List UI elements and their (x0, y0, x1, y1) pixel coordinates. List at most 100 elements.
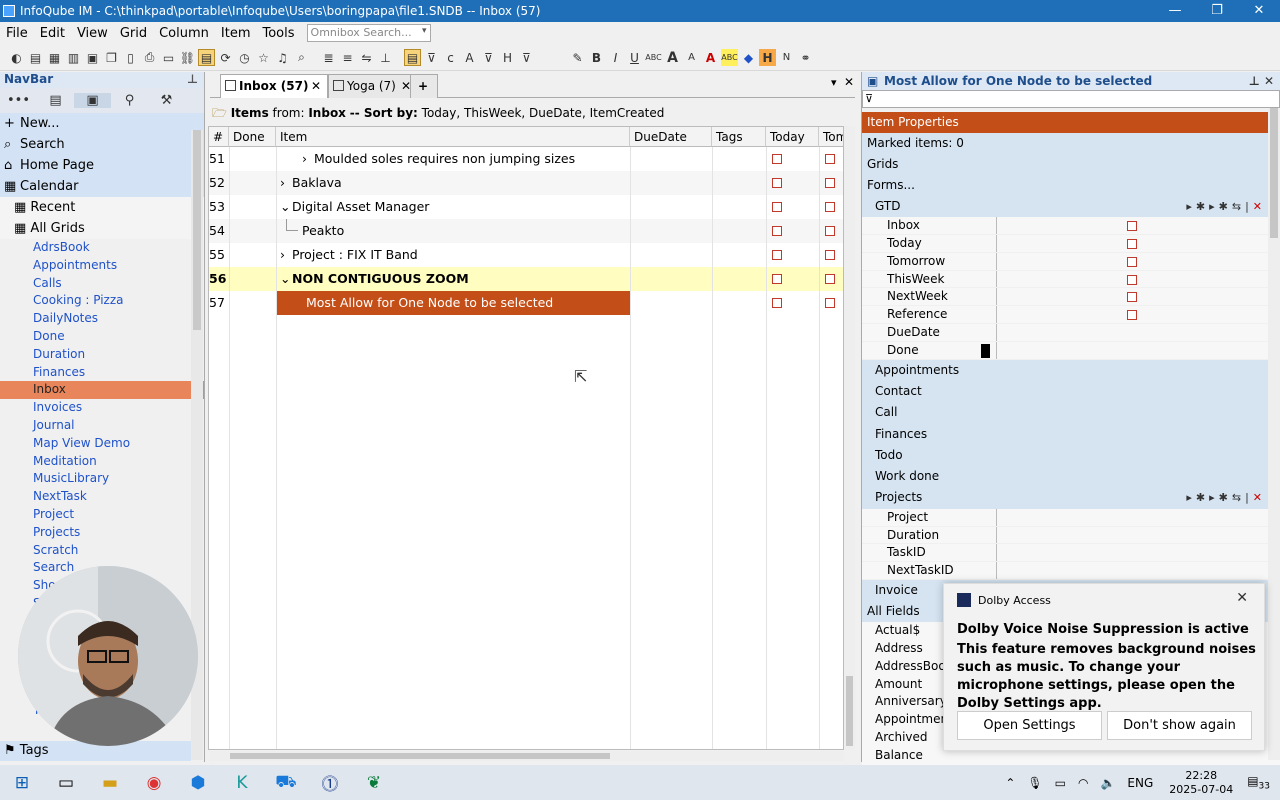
expand-toggle-icon[interactable]: › (302, 147, 314, 171)
menu-file[interactable]: File (6, 26, 28, 41)
app-circle-icon[interactable]: ⓵ (308, 765, 352, 800)
nav-grid-item[interactable]: Duration (0, 346, 204, 364)
contrast-icon[interactable]: ◐ (8, 49, 25, 66)
tray-expand-icon[interactable]: ⌃ (1005, 776, 1015, 790)
grids-icon[interactable]: ▣ (74, 93, 111, 108)
strikethrough-icon[interactable]: ABC (645, 49, 662, 66)
today-checkbox[interactable] (772, 154, 782, 164)
table-row[interactable]: 51 › Moulded soles requires non jumping si… (209, 147, 843, 171)
minimize-button[interactable]: — (1154, 0, 1196, 22)
nav-grid-item[interactable]: Invoices (0, 399, 204, 417)
battery-icon[interactable]: ▭ (1055, 776, 1066, 790)
item-text[interactable]: Project : FIX IT Band (292, 243, 630, 267)
nav-grid-item[interactable]: Calls (0, 275, 204, 293)
table-row[interactable]: 53 ⌄ Digital Asset Manager (209, 195, 843, 219)
gtd-field[interactable]: DueDate (862, 324, 1280, 342)
nav-calendar[interactable]: ▦ Calendar (0, 176, 204, 197)
project-field[interactable]: NextTaskID (862, 562, 1280, 580)
refresh-icon[interactable]: ⟳ (217, 49, 234, 66)
move-icon[interactable]: ⇋ (358, 49, 375, 66)
gtd-field[interactable]: Inbox (862, 217, 1280, 236)
hyperlink-icon[interactable]: ⚭ (797, 49, 814, 66)
more-icon[interactable]: ••• (0, 93, 37, 108)
preview-icon[interactable]: ⎙ (141, 49, 158, 66)
tag-icon[interactable]: ⚲ (111, 93, 148, 108)
form-group[interactable]: Todo (862, 444, 1280, 467)
field-checkbox[interactable] (1127, 292, 1137, 303)
field-checkbox[interactable] (1127, 256, 1137, 267)
nav-home-page[interactable]: ⌂ Home Page (0, 155, 204, 176)
today-checkbox[interactable] (772, 298, 782, 308)
nav-grid-item[interactable]: Appointments (0, 257, 204, 275)
gtd-field[interactable]: ThisWeek (862, 270, 1280, 289)
tomorrow-checkbox[interactable] (825, 274, 835, 284)
field-checkbox[interactable] (1127, 310, 1137, 321)
form-group[interactable]: Contact (862, 380, 1280, 403)
field-checkbox[interactable] (1127, 239, 1137, 250)
nav-grid-item[interactable]: Map View Demo (0, 435, 204, 453)
col-header-done[interactable]: Done (229, 127, 276, 147)
col-header-today[interactable]: Today (766, 127, 819, 147)
highlight-icon[interactable]: ABC (721, 49, 738, 66)
gtd-field[interactable]: Today (862, 235, 1280, 253)
text-cursor[interactable] (981, 343, 990, 358)
menu-edit[interactable]: Edit (40, 26, 65, 41)
expand-toggle-icon[interactable]: ⌄ (280, 195, 292, 219)
today-checkbox[interactable] (772, 202, 782, 212)
group-tools[interactable]: ▸✱▸✱⇆|✕ (1186, 196, 1266, 217)
today-checkbox[interactable] (772, 178, 782, 188)
panel-toggle-icon[interactable]: ▤ (198, 49, 215, 66)
navbar-scroll-thumb[interactable] (193, 130, 201, 330)
project-field[interactable]: TaskID (862, 544, 1280, 563)
infoqube-icon[interactable]: ⬢ (176, 765, 220, 800)
forms-section[interactable]: Forms... (862, 175, 1280, 196)
field-checkbox[interactable] (1127, 274, 1137, 285)
menu-tools[interactable]: Tools (263, 26, 295, 41)
gtd-field[interactable]: Reference (862, 306, 1280, 325)
filter-a-icon[interactable]: A (461, 49, 478, 66)
omnibox-search-input[interactable]: Omnibox Search... (306, 24, 431, 42)
grid-horizontal-scrollbar[interactable] (210, 751, 844, 761)
tomorrow-checkbox[interactable] (825, 298, 835, 308)
italic-icon[interactable]: I (607, 49, 624, 66)
tab-inbox[interactable]: Inbox (57) ✕ (220, 74, 328, 98)
menu-grid[interactable]: Grid (120, 26, 147, 41)
properties-scrollbar[interactable] (1268, 108, 1280, 760)
filter-d-icon[interactable]: ⊽ (480, 49, 497, 66)
item-text[interactable]: NON CONTIGUOUS ZOOM (292, 267, 630, 291)
open-settings-button[interactable]: Open Settings (957, 711, 1102, 740)
dont-show-again-button[interactable]: Don't show again (1107, 711, 1252, 740)
app-leaf-icon[interactable]: ❦ (352, 765, 396, 800)
pin-icon[interactable]: ⊥ (187, 72, 198, 86)
group-projects[interactable]: Projects ▸✱▸✱⇆|✕ (862, 487, 1280, 509)
nav-grid-item[interactable]: Finances (0, 364, 204, 382)
volume-icon[interactable]: 🔈 (1100, 776, 1115, 790)
project-field[interactable]: Duration (862, 526, 1280, 545)
item-text[interactable]: Digital Asset Manager (292, 195, 630, 219)
table-row[interactable]: 56 ⌄ NON CONTIGUOUS ZOOM (209, 267, 843, 291)
col-header-tags[interactable]: Tags (712, 127, 766, 147)
font-color-icon[interactable]: A (702, 49, 719, 66)
nav-new[interactable]: + New... (0, 113, 204, 134)
item-text[interactable]: Baklava (292, 171, 630, 195)
format-brush-icon[interactable]: ✎ (569, 49, 586, 66)
grid-vertical-scrollbar[interactable] (844, 126, 855, 750)
expand-toggle-icon[interactable]: › (280, 171, 292, 195)
nav-recent[interactable]: ▦ Recent (0, 197, 204, 218)
tab-list-icon[interactable]: ▾ (831, 76, 837, 89)
restore-button[interactable]: ❐ (1196, 0, 1238, 22)
form-group[interactable]: Appointments (862, 359, 1280, 381)
link-icon[interactable]: ⛓ (179, 49, 196, 66)
grid-vscroll-thumb[interactable] (846, 676, 853, 746)
nav-grid-item[interactable]: Cooking : Pizza (0, 292, 204, 310)
nav-grid-item[interactable]: Done (0, 328, 204, 346)
new-tab-button[interactable]: + (410, 74, 438, 98)
properties-filter-input[interactable]: ⊽ (862, 90, 1280, 108)
language-indicator[interactable]: ENG (1127, 776, 1153, 790)
document-icon[interactable]: ▯ (122, 49, 139, 66)
grid-view-icon[interactable]: ▦ (46, 49, 63, 66)
dolby-close-icon[interactable]: ✕ (1236, 590, 1248, 606)
gtd-field[interactable]: NextWeek (862, 288, 1280, 307)
group-tools[interactable]: ▸✱▸✱⇆|✕ (1186, 487, 1266, 508)
today-checkbox[interactable] (772, 226, 782, 236)
